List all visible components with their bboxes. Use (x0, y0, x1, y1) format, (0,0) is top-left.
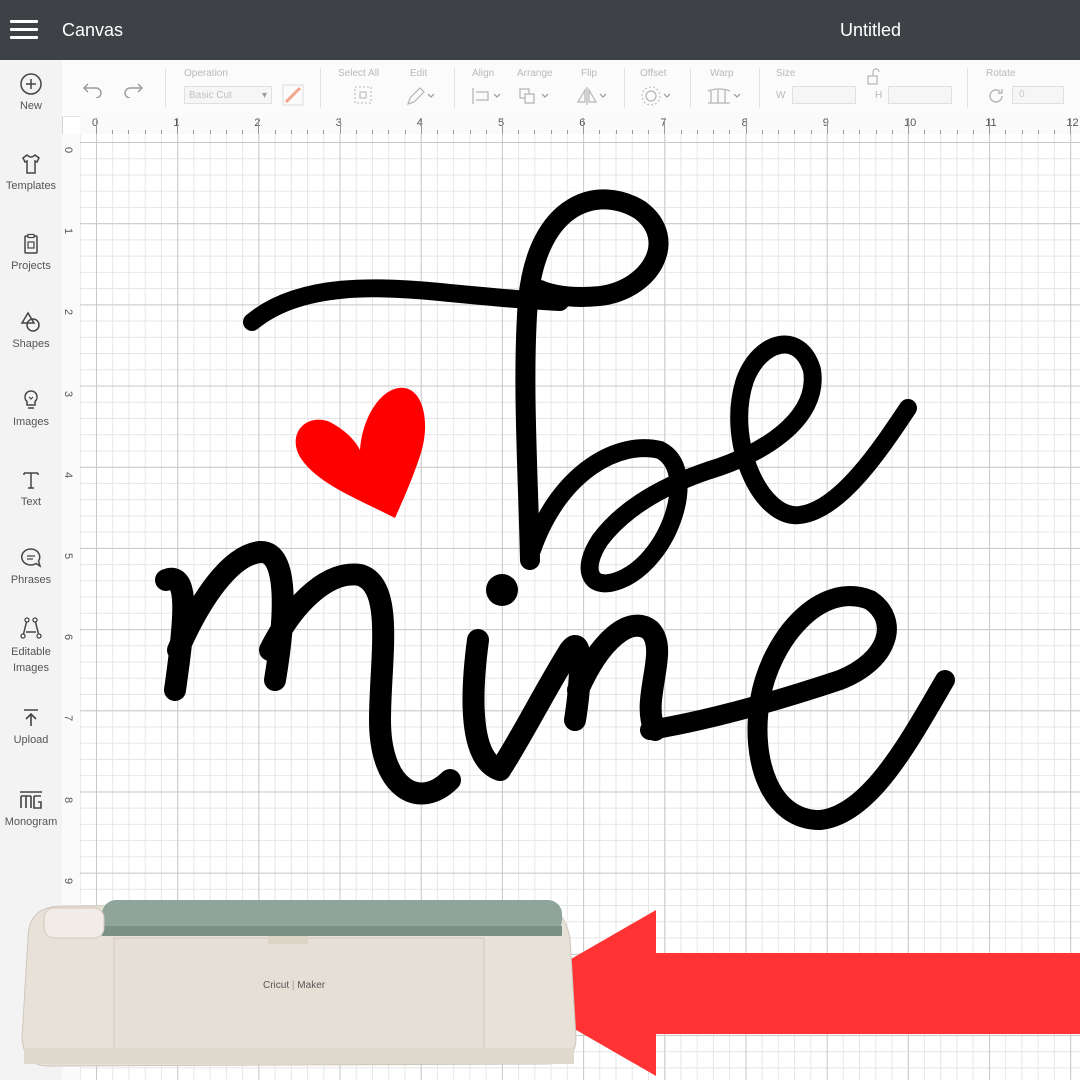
machine-model: Maker (297, 980, 326, 991)
machine-brand: Cricut (263, 980, 290, 991)
cutting-machine: Cricut | Maker (18, 898, 578, 1070)
machine-brand-label: Cricut | Maker (263, 980, 326, 991)
